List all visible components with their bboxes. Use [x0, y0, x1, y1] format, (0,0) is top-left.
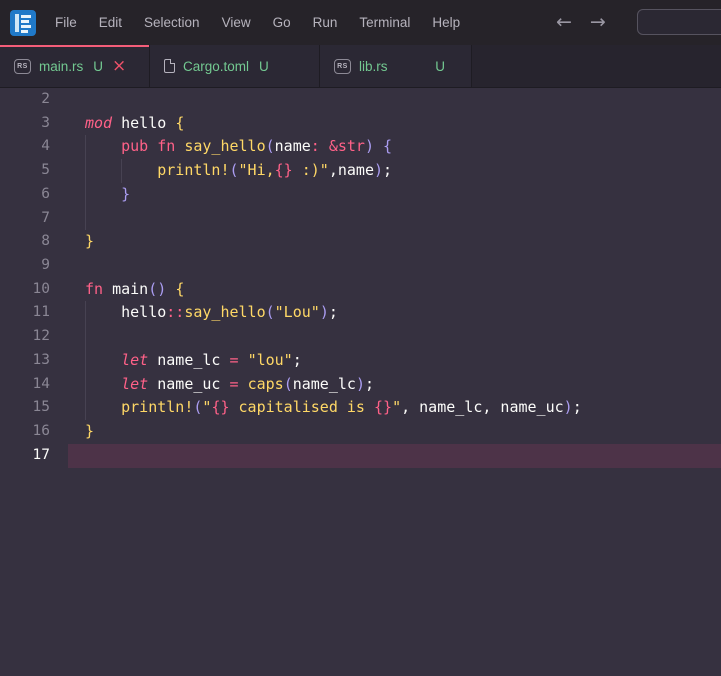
indent-guide: [85, 207, 86, 231]
indent-guide: [85, 301, 86, 325]
indent-guide: [121, 159, 122, 183]
menu-edit[interactable]: Edit: [88, 10, 133, 35]
code-content: }: [68, 230, 721, 254]
code-line-12[interactable]: 12: [0, 325, 721, 349]
tab-label: Cargo.toml: [183, 59, 249, 74]
indent-guide: [85, 396, 86, 420]
history-nav: ← →: [556, 0, 606, 45]
code-content: println!("Hi,{} :)",name);: [68, 159, 721, 183]
indent-guide: [85, 135, 86, 159]
menu-bar: FileEditSelectionViewGoRunTerminalHelp: [44, 10, 471, 35]
code-content: let name_uc = caps(name_lc);: [68, 373, 721, 397]
git-untracked-badge: U: [259, 59, 269, 74]
code-line-10[interactable]: 10fn main() {: [0, 278, 721, 302]
code-line-5[interactable]: 5 println!("Hi,{} :)",name);: [0, 159, 721, 183]
menu-go[interactable]: Go: [262, 10, 302, 35]
code-line-6[interactable]: 6 }: [0, 183, 721, 207]
code-line-2[interactable]: 2: [0, 88, 721, 112]
line-number: 16: [0, 420, 68, 444]
line-number: 14: [0, 373, 68, 397]
tab-bar: RS main.rs U × Cargo.toml U RS lib.rs U: [0, 45, 721, 88]
indent-guide: [85, 159, 86, 183]
tab-label: lib.rs: [359, 59, 388, 74]
line-number: 5: [0, 159, 68, 183]
line-number: 10: [0, 278, 68, 302]
tab-Cargo.toml[interactable]: Cargo.toml U: [150, 45, 320, 87]
code-editor[interactable]: 23mod hello {4 pub fn say_hello(name: &s…: [0, 88, 721, 676]
code-content: hello::say_hello("Lou");: [68, 301, 721, 325]
tab-main.rs[interactable]: RS main.rs U ×: [0, 45, 150, 87]
code-line-3[interactable]: 3mod hello {: [0, 112, 721, 136]
code-line-14[interactable]: 14 let name_uc = caps(name_lc);: [0, 373, 721, 397]
code-content: let name_lc = "lou";: [68, 349, 721, 373]
code-content: pub fn say_hello(name: &str) {: [68, 135, 721, 159]
code-line-8[interactable]: 8}: [0, 230, 721, 254]
code-content: }: [68, 420, 721, 444]
code-content: [68, 325, 721, 349]
code-content: fn main() {: [68, 278, 721, 302]
indent-guide: [85, 373, 86, 397]
code-content: }: [68, 183, 721, 207]
vscode-window: FileEditSelectionViewGoRunTerminalHelp ←…: [0, 0, 721, 676]
code-line-7[interactable]: 7: [0, 207, 721, 231]
git-untracked-badge: U: [93, 59, 103, 74]
code-line-4[interactable]: 4 pub fn say_hello(name: &str) {: [0, 135, 721, 159]
line-number: 9: [0, 254, 68, 278]
line-number: 4: [0, 135, 68, 159]
close-tab-icon[interactable]: ×: [112, 58, 126, 75]
app-logo-icon: [10, 10, 36, 36]
line-number: 3: [0, 112, 68, 136]
code-line-11[interactable]: 11 hello::say_hello("Lou");: [0, 301, 721, 325]
line-number: 12: [0, 325, 68, 349]
code-content: println!("{} capitalised is {}", name_lc…: [68, 396, 721, 420]
line-number: 13: [0, 349, 68, 373]
rust-file-icon: RS: [14, 59, 31, 74]
menu-terminal[interactable]: Terminal: [348, 10, 421, 35]
code-line-16[interactable]: 16}: [0, 420, 721, 444]
line-number: 7: [0, 207, 68, 231]
indent-guide: [85, 349, 86, 373]
menu-file[interactable]: File: [44, 10, 88, 35]
menu-view[interactable]: View: [211, 10, 262, 35]
indent-guide: [85, 325, 86, 349]
code-line-15[interactable]: 15 println!("{} capitalised is {}", name…: [0, 396, 721, 420]
rust-file-icon: RS: [334, 59, 351, 74]
code-content: [68, 207, 721, 231]
line-number: 17: [0, 444, 68, 468]
code-content: [68, 88, 721, 112]
line-number: 6: [0, 183, 68, 207]
command-center-search[interactable]: [637, 9, 721, 35]
code-content: [68, 254, 721, 278]
tab-label: main.rs: [39, 59, 83, 74]
file-icon: [164, 59, 175, 73]
git-untracked-badge: U: [435, 59, 445, 74]
line-number: 11: [0, 301, 68, 325]
menu-help[interactable]: Help: [421, 10, 471, 35]
title-bar: FileEditSelectionViewGoRunTerminalHelp ←…: [0, 0, 721, 45]
code-content: [68, 444, 721, 468]
line-number: 8: [0, 230, 68, 254]
indent-guide: [85, 183, 86, 207]
tab-lib.rs[interactable]: RS lib.rs U: [320, 45, 472, 87]
line-number: 2: [0, 88, 68, 112]
forward-icon[interactable]: →: [590, 13, 606, 32]
code-line-17[interactable]: 17: [0, 444, 721, 468]
search-input[interactable]: [638, 10, 721, 34]
code-line-9[interactable]: 9: [0, 254, 721, 278]
code-line-13[interactable]: 13 let name_lc = "lou";: [0, 349, 721, 373]
back-icon[interactable]: ←: [556, 13, 572, 32]
line-number: 15: [0, 396, 68, 420]
code-content: mod hello {: [68, 112, 721, 136]
menu-run[interactable]: Run: [302, 10, 349, 35]
menu-selection[interactable]: Selection: [133, 10, 211, 35]
